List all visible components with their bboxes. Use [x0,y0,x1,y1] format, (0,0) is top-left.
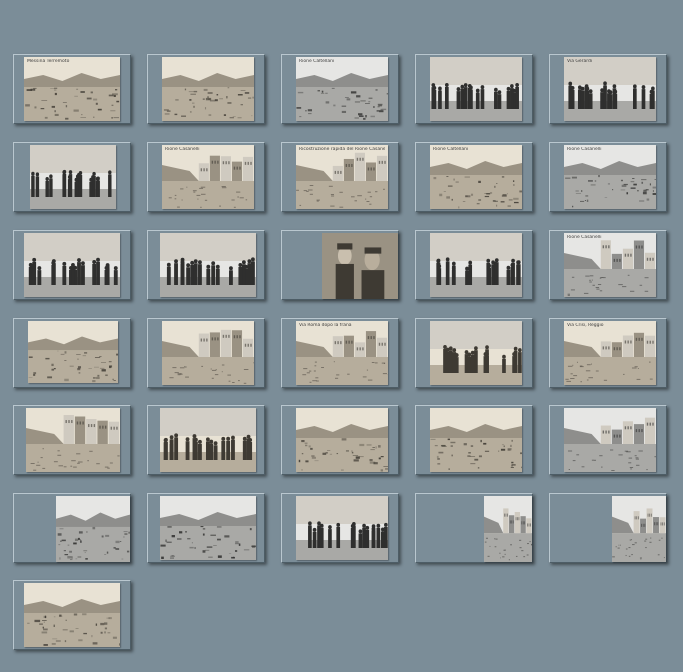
thumbnail-photo [24,233,120,297]
gallery-thumbnail[interactable]: Messina Terremoto [13,54,131,124]
gallery-thumbnail[interactable] [415,230,533,300]
thumbnail-caption: Rione Casanelli [567,235,602,240]
thumbnail-photo: Rione Casanelli [564,145,656,209]
gallery-thumbnail[interactable] [549,493,667,563]
gallery-thumbnail[interactable]: Via Gerardi [549,54,667,124]
thumbnail-photo [162,57,254,121]
thumbnail-photo [160,496,256,560]
gallery-thumbnail[interactable] [549,405,667,475]
gallery-thumbnail[interactable] [147,405,265,475]
gallery-thumbnail[interactable] [415,54,533,124]
thumbnail-photo: Rione Caltellani [430,145,522,209]
thumbnail-photo [24,583,120,647]
thumbnail-photo [484,496,532,562]
thumbnail-photo [56,496,130,562]
thumbnail-caption: Messina Terremoto [27,59,70,64]
thumbnail-caption: Rione Caltellani [299,59,335,64]
gallery-thumbnail[interactable] [13,318,131,388]
thumbnail-photo: Rione Caltellani [296,57,388,121]
gallery-thumbnail[interactable] [415,405,533,475]
thumbnail-photo: Rione Casanelli [162,145,254,209]
thumbnail-photo [160,408,256,472]
gallery-thumbnail[interactable] [147,230,265,300]
thumbnail-photo [430,57,522,121]
thumbnail-photo: Via Gerardi [564,57,656,121]
thumbnail-photo [564,408,656,472]
thumbnail-caption: Rione Casanelli [165,147,200,152]
photo-gallery: Messina Terremoto Rione Caltellani Via Ger… [0,0,683,672]
thumbnail-photo [430,408,522,472]
gallery-thumbnail[interactable]: Rione Caltellani [415,142,533,212]
gallery-thumbnail[interactable] [13,142,131,212]
gallery-thumbnail[interactable] [13,493,131,563]
thumbnail-photo [296,496,388,560]
thumbnail-photo [26,408,120,472]
thumbnail-photo [28,321,118,383]
thumbnail-photo [30,145,116,209]
gallery-thumbnail[interactable]: Via Roma dopo la frana [281,318,399,388]
gallery-thumbnail[interactable] [281,230,399,300]
gallery-thumbnail[interactable]: Rione Caltellani [281,54,399,124]
thumbnail-photo [162,321,254,385]
gallery-thumbnail[interactable] [147,493,265,563]
thumbnail-photo: Via Roma dopo la frana [296,321,388,385]
thumbnail-caption: Rione Caltellani [433,147,469,152]
thumbnail-photo [612,496,666,562]
gallery-thumbnail[interactable]: Via Crisi, Reggio [549,318,667,388]
gallery-thumbnail[interactable]: Rione Casanelli [549,142,667,212]
gallery-thumbnail[interactable] [13,405,131,475]
thumbnail-photo [322,233,398,299]
gallery-thumbnail[interactable] [281,493,399,563]
gallery-thumbnail[interactable] [415,318,533,388]
thumbnail-caption: Via Roma dopo la frana [299,323,352,328]
gallery-thumbnail[interactable]: Ricostruzione rapida del Rione Casanelli [281,142,399,212]
gallery-thumbnail[interactable] [415,493,533,563]
thumbnail-photo [430,321,522,385]
gallery-thumbnail[interactable] [281,405,399,475]
thumbnail-photo [160,233,256,297]
gallery-thumbnail[interactable] [13,230,131,300]
thumbnail-photo: Via Crisi, Reggio [564,321,656,385]
gallery-thumbnail[interactable] [13,580,131,650]
gallery-thumbnail[interactable]: Rione Casanelli [549,230,667,300]
thumbnail-photo [296,408,388,472]
thumbnail-photo [430,233,522,297]
thumbnail-caption: Rione Casanelli [567,147,602,152]
thumbnail-photo: Messina Terremoto [24,57,120,121]
thumbnail-caption: Via Gerardi [567,59,593,64]
thumbnail-photo: Ricostruzione rapida del Rione Casanelli [296,145,388,209]
thumbnail-caption: Ricostruzione rapida del Rione Casanelli [299,147,385,152]
gallery-thumbnail[interactable]: Rione Casanelli [147,142,265,212]
gallery-thumbnail[interactable] [147,318,265,388]
thumbnail-caption: Via Crisi, Reggio [567,323,604,328]
gallery-thumbnail[interactable] [147,54,265,124]
thumbnail-photo: Rione Casanelli [564,233,656,297]
